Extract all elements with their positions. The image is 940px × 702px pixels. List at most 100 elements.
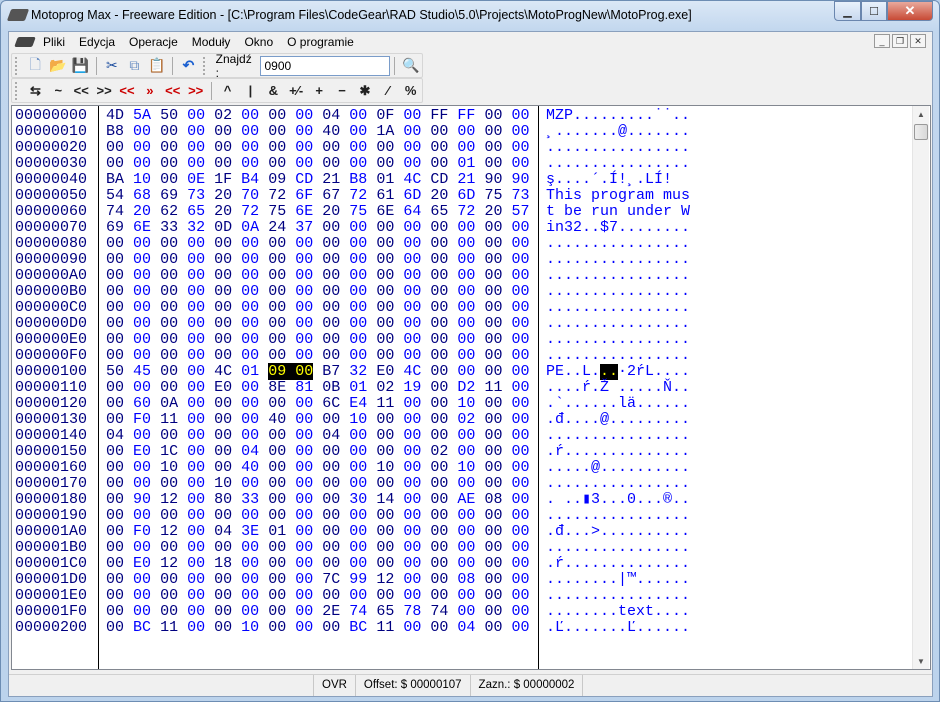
- hex-byte[interactable]: 00: [403, 459, 421, 476]
- hex-row[interactable]: 000000A0 00 00 00 00 00 00 00 00 00 00 00…: [12, 268, 690, 284]
- hex-bytes[interactable]: 00 90 12 00 80 33 00 00 00 30 14 00 00 A…: [96, 492, 536, 508]
- hex-byte[interactable]: 10: [457, 459, 475, 476]
- hex-byte[interactable]: 24: [268, 219, 286, 236]
- hex-byte[interactable]: 90: [133, 491, 151, 508]
- hex-byte[interactable]: 00: [295, 107, 313, 124]
- child-close-button[interactable]: ✕: [910, 34, 926, 48]
- hex-byte[interactable]: 6F: [295, 187, 313, 204]
- hex-byte[interactable]: 00: [187, 443, 205, 460]
- hex-byte[interactable]: 00: [376, 331, 394, 348]
- ascii-text[interactable]: ................: [536, 236, 690, 252]
- hex-bytes[interactable]: 00 BC 11 00 00 10 00 00 00 BC 11 00 00 0…: [96, 620, 536, 636]
- ascii-text[interactable]: .`......lä......: [536, 396, 690, 412]
- open-folder-icon[interactable]: 📂: [47, 55, 69, 77]
- hex-byte[interactable]: 00: [133, 283, 151, 300]
- hex-byte[interactable]: 00: [430, 315, 448, 332]
- hex-byte[interactable]: 00: [322, 251, 340, 268]
- hex-bytes[interactable]: 00 00 00 00 00 00 00 00 00 00 00 00 00 0…: [96, 540, 536, 556]
- hex-byte[interactable]: 00: [403, 155, 421, 172]
- hex-byte[interactable]: 04: [214, 523, 232, 540]
- hex-byte[interactable]: 00: [403, 539, 421, 556]
- hex-bytes[interactable]: 00 00 00 00 00 00 00 00 00 00 00 00 00 0…: [96, 316, 536, 332]
- hex-byte[interactable]: 00: [106, 411, 124, 428]
- hex-byte[interactable]: 00: [376, 299, 394, 316]
- hex-byte[interactable]: 50: [106, 363, 124, 380]
- hex-byte[interactable]: 00: [484, 139, 502, 156]
- hex-byte[interactable]: 00: [457, 139, 475, 156]
- hex-byte[interactable]: 00: [376, 539, 394, 556]
- hex-byte[interactable]: 00: [511, 315, 529, 332]
- hex-byte[interactable]: 00: [241, 123, 259, 140]
- hex-byte[interactable]: 72: [349, 187, 367, 204]
- hex-byte[interactable]: 00: [322, 523, 340, 540]
- hex-byte[interactable]: 00: [133, 235, 151, 252]
- hex-bytes[interactable]: 00 00 00 00 E0 00 8E 81 0B 01 02 19 00 D…: [96, 380, 536, 396]
- copy-icon[interactable]: ⧉: [124, 55, 146, 77]
- hex-byte[interactable]: 00: [484, 107, 502, 124]
- ascii-text[interactable]: in32..$7........: [536, 220, 690, 236]
- hex-byte[interactable]: 00: [106, 283, 124, 300]
- hex-row[interactable]: 00000170 00 00 00 00 10 00 00 00 00 00 00…: [12, 476, 690, 492]
- hex-byte[interactable]: 00: [187, 603, 205, 620]
- hex-byte[interactable]: 45: [133, 363, 151, 380]
- hex-byte[interactable]: 0A: [160, 395, 178, 412]
- hex-byte[interactable]: 00: [133, 299, 151, 316]
- hex-byte[interactable]: 74: [106, 203, 124, 220]
- hex-byte[interactable]: 00: [484, 155, 502, 172]
- hex-byte[interactable]: 54: [106, 187, 124, 204]
- menu-okno[interactable]: Okno: [241, 35, 276, 49]
- hex-byte[interactable]: 00: [457, 331, 475, 348]
- hex-byte[interactable]: 00: [511, 443, 529, 460]
- hex-byte[interactable]: 01: [241, 363, 259, 380]
- hex-byte[interactable]: F0: [133, 523, 151, 540]
- hex-byte[interactable]: 00: [106, 443, 124, 460]
- hex-byte[interactable]: 0B: [322, 379, 340, 396]
- hex-byte[interactable]: 00: [484, 251, 502, 268]
- hex-byte[interactable]: 00: [484, 315, 502, 332]
- hex-byte[interactable]: 00: [241, 603, 259, 620]
- hex-byte[interactable]: 57: [511, 203, 529, 220]
- ascii-text[interactable]: .ŕ..............: [536, 444, 690, 460]
- hex-byte[interactable]: 00: [457, 555, 475, 572]
- hex-byte[interactable]: 00: [322, 315, 340, 332]
- hex-byte[interactable]: 00: [376, 443, 394, 460]
- hex-byte[interactable]: B8: [106, 123, 124, 140]
- hex-byte[interactable]: 00: [187, 475, 205, 492]
- hex-byte[interactable]: 00: [187, 411, 205, 428]
- hex-byte[interactable]: 69: [160, 187, 178, 204]
- hex-byte[interactable]: 00: [295, 587, 313, 604]
- hex-byte[interactable]: 00: [160, 539, 178, 556]
- hex-byte[interactable]: 00: [160, 475, 178, 492]
- hex-byte[interactable]: 00: [187, 507, 205, 524]
- title-bar[interactable]: Motoprog Max - Freeware Edition - [C:\Pr…: [1, 1, 939, 31]
- hex-byte[interactable]: 00: [160, 571, 178, 588]
- hex-byte[interactable]: 00: [160, 363, 178, 380]
- hex-byte[interactable]: 00: [133, 379, 151, 396]
- hex-byte[interactable]: 1F: [214, 171, 232, 188]
- subtract-button[interactable]: −: [331, 80, 353, 102]
- hex-byte[interactable]: 10: [457, 395, 475, 412]
- hex-byte[interactable]: 00: [187, 363, 205, 380]
- hex-byte[interactable]: 00: [430, 619, 448, 636]
- hex-byte[interactable]: 65: [187, 203, 205, 220]
- ascii-text[interactable]: ....ŕ.Ž .....Ň..: [536, 380, 690, 396]
- hex-byte[interactable]: CD: [430, 171, 448, 188]
- hex-byte[interactable]: 00: [457, 523, 475, 540]
- hex-byte[interactable]: 00: [484, 523, 502, 540]
- hex-row[interactable]: 00000190 00 00 00 00 00 00 00 00 00 00 00…: [12, 508, 690, 524]
- toolbar-grip[interactable]: [202, 56, 208, 75]
- hex-byte[interactable]: 02: [430, 443, 448, 460]
- hex-byte[interactable]: 00: [133, 427, 151, 444]
- and-button[interactable]: &: [262, 80, 284, 102]
- hex-bytes[interactable]: 50 45 00 00 4C 01 09 00 B7 32 E0 4C 00 0…: [96, 363, 536, 380]
- hex-byte[interactable]: 04: [322, 427, 340, 444]
- hex-byte[interactable]: 00: [268, 459, 286, 476]
- hex-byte[interactable]: 90: [484, 171, 502, 188]
- hex-byte[interactable]: 00: [187, 235, 205, 252]
- hex-byte[interactable]: 00: [106, 299, 124, 316]
- hex-byte[interactable]: 00: [214, 139, 232, 156]
- hex-byte[interactable]: 00: [214, 459, 232, 476]
- toolbar-grip[interactable]: [15, 81, 20, 100]
- hex-byte[interactable]: 10: [160, 459, 178, 476]
- hex-byte[interactable]: D2: [457, 379, 475, 396]
